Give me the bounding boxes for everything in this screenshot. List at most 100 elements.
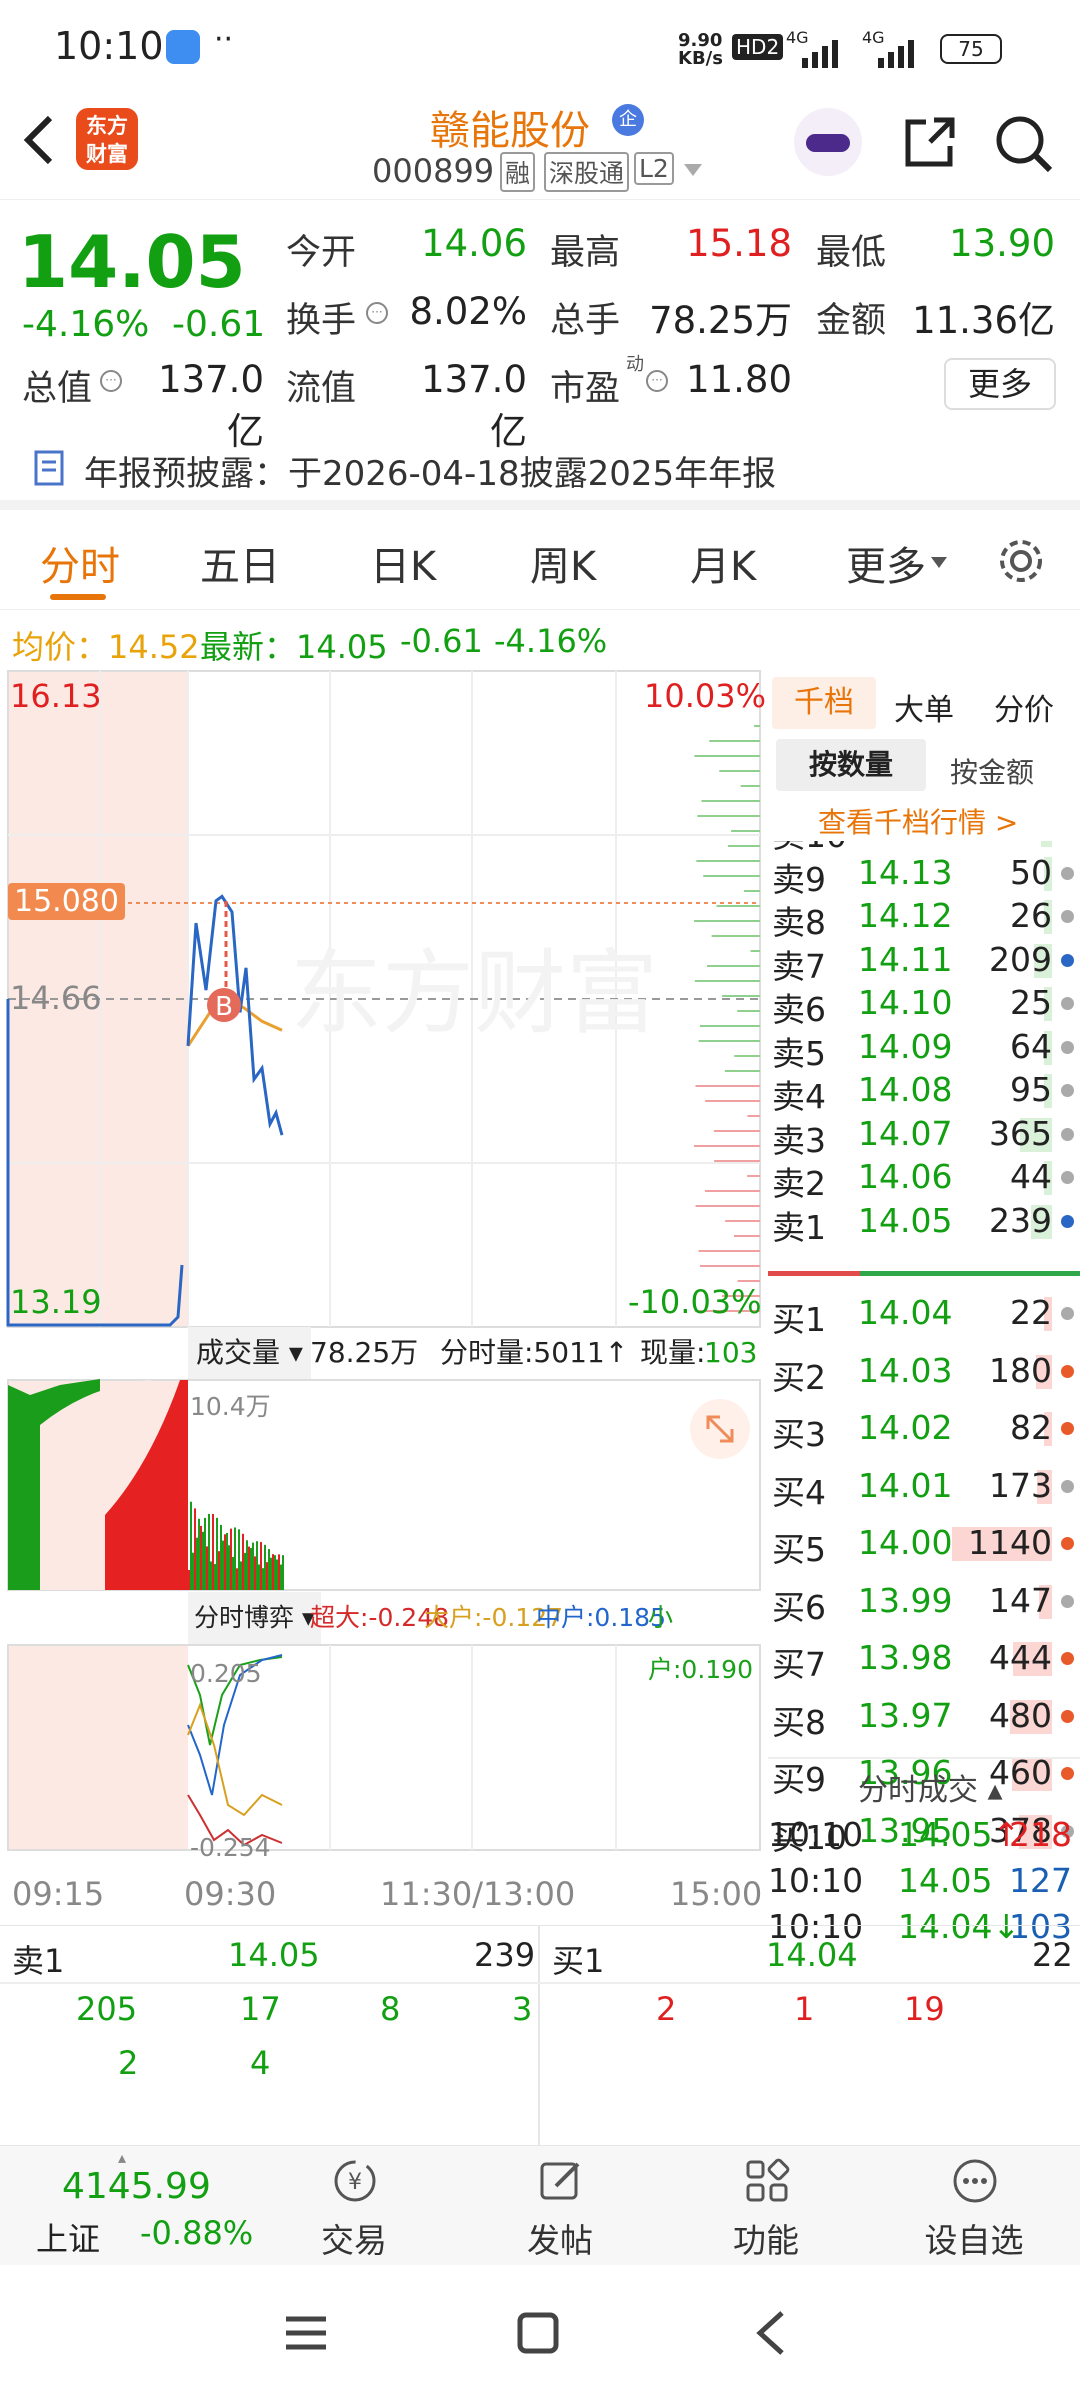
level-qty: 480 [989, 1695, 1052, 1735]
settings-gear-icon[interactable] [994, 534, 1048, 588]
depth-ticks [694, 725, 760, 1312]
level-qty: 120 [989, 841, 1052, 848]
net-speed: 9.90 KB/s [678, 30, 723, 69]
depth-tick [698, 1250, 760, 1252]
status-dot [1061, 1422, 1074, 1435]
post-button[interactable]: 发帖 [460, 2146, 660, 2266]
bid-row[interactable]: 买5 14.00 1140 [768, 1523, 1080, 1569]
level-price: 14.04 [858, 1293, 953, 1332]
status-dot [1061, 953, 1074, 967]
volume-bar [220, 1524, 222, 1590]
status-dot [1061, 910, 1074, 923]
level-label: 买6 [772, 1587, 826, 1627]
bid-row[interactable]: 买3 14.02 82 [768, 1408, 1080, 1454]
view-depth-link[interactable]: 查看千档行情 > [818, 801, 1018, 841]
chevron-down-icon[interactable] [682, 162, 704, 178]
ask-row[interactable]: 卖2 14.06 44 [768, 1157, 1080, 1203]
by-quantity-button[interactable]: 按数量 [776, 739, 926, 791]
robot-assistant-icon[interactable] [794, 108, 862, 176]
flow-info-row: 分时博弈 ▾ 超大:-0.248 大户:-0.127 中户:0.185 小户:0… [186, 1592, 766, 1684]
level-price: 14.13 [858, 852, 953, 892]
expand-icon[interactable] [690, 1399, 750, 1459]
depth-tick [734, 1055, 760, 1057]
volume-bar [260, 1542, 262, 1590]
info-icon[interactable]: ··· [366, 302, 388, 324]
trade-volume: 127 [1009, 1861, 1072, 1900]
volume-bar [258, 1564, 260, 1590]
high-price-tag: 15.080 [8, 883, 125, 920]
chart-tabs: 分时 五日 日K 周K 月K 更多 [0, 510, 1080, 610]
change-pct: -4.16% [22, 304, 150, 345]
level-price: 14.10 [858, 983, 953, 1022]
info-icon[interactable]: ··· [646, 370, 668, 392]
index-value: 4145.99 [62, 2166, 211, 2207]
trade-price: 14.05 [898, 1861, 993, 1900]
active-tab-indicator [50, 594, 106, 600]
ask-row[interactable]: 卖4 14.08 95 [768, 1070, 1080, 1116]
tab-big-orders[interactable]: 大单 [894, 685, 954, 729]
tab-weekly-k[interactable]: 周K [530, 534, 596, 592]
ask-row[interactable]: 卖8 14.12 26 [768, 896, 1080, 942]
add-watchlist-button[interactable]: 设自选 [874, 2146, 1074, 2266]
share-icon[interactable] [900, 112, 960, 172]
stock-name: 赣能股份 [430, 108, 590, 154]
prev-close-label: 14.66 [10, 979, 102, 1017]
level-label: 卖7 [772, 946, 826, 986]
tab-more[interactable]: 更多 [846, 534, 926, 592]
back-nav-icon[interactable] [752, 2309, 788, 2357]
float-label: 流值 [286, 369, 357, 409]
volume-bar [248, 1546, 250, 1590]
depth-tick [696, 860, 760, 862]
volume-bar [238, 1529, 240, 1590]
change-amount: -0.61 [172, 304, 266, 345]
back-icon[interactable] [20, 110, 60, 170]
tab-five-day[interactable]: 五日 [200, 534, 280, 592]
ask-queue-item: 3 [512, 1990, 533, 2028]
home-icon[interactable] [516, 2311, 560, 2355]
status-dot [1061, 1171, 1074, 1184]
flow-selector[interactable]: 分时博弈 ▾ [188, 1592, 321, 1644]
ask-row[interactable]: 卖1 14.05 239 [768, 1201, 1080, 1247]
trade-button[interactable]: ¥ 交易 [254, 2146, 454, 2266]
volume-bar [266, 1562, 268, 1590]
tab-depth-1000[interactable]: 千档 [772, 677, 876, 729]
volume-total: 78.25万 [310, 1336, 419, 1369]
bid-row[interactable]: 买8 13.97 480 [768, 1695, 1080, 1742]
ask-row[interactable]: 卖1014.15120 [768, 841, 1080, 855]
ask-row[interactable]: 卖5 14.09 64 [768, 1027, 1080, 1073]
search-icon[interactable] [992, 112, 1056, 176]
tab-daily-k[interactable]: 日K [370, 534, 436, 592]
intraday-chart[interactable]: B 东方财富 16.13 10.03% 15.080 14.66 13.19 -… [0, 665, 770, 1925]
bid-row[interactable]: 买2 14.03 180 [768, 1351, 1080, 1397]
depth-tick [694, 755, 760, 757]
level-price: 14.00 [858, 1523, 953, 1562]
depth-tick [701, 800, 760, 802]
level-qty: 365 [989, 1113, 1052, 1153]
announcement-bar[interactable]: 年报预披露：于2026-04-18披露2025年年报 [0, 430, 1080, 510]
tab-price-split[interactable]: 分价 [994, 685, 1054, 729]
volume-selector[interactable]: 成交量 ▾ [188, 1327, 311, 1379]
low-label: 最低 [816, 233, 887, 273]
volume-bar [216, 1517, 218, 1590]
tab-intraday[interactable]: 分时 [40, 534, 120, 592]
info-icon[interactable]: ··· [100, 370, 122, 392]
level-qty: 147 [989, 1580, 1052, 1620]
connect-tag: 深股通 [544, 152, 630, 192]
more-button[interactable]: 更多 [944, 358, 1056, 410]
tab-monthly-k[interactable]: 月K [690, 534, 756, 592]
functions-button[interactable]: 功能 [666, 2146, 866, 2266]
ask-row[interactable]: 卖6 14.10 25 [768, 983, 1080, 1029]
bid-row[interactable]: 买1 14.04 22 [768, 1293, 1080, 1339]
bid-row[interactable]: 买4 14.01 173 [768, 1466, 1080, 1512]
ask-row[interactable]: 卖7 14.11 209 [768, 940, 1080, 986]
bid-row[interactable]: 买6 13.99 147 [768, 1580, 1080, 1627]
clock: 10:10 [54, 24, 164, 68]
by-amount-button[interactable]: 按金额 [950, 751, 1034, 791]
bid-row[interactable]: 买7 13.98 444 [768, 1638, 1080, 1684]
ask-row[interactable]: 卖9 14.13 50 [768, 852, 1080, 899]
ask-row[interactable]: 卖3 14.07 365 [768, 1113, 1080, 1160]
trades-title[interactable]: 分时成交 ▴ [858, 1765, 1003, 1809]
depth-tick [731, 830, 760, 832]
menu-icon[interactable] [284, 2313, 328, 2353]
watchlist-label: 设自选 [924, 2221, 1024, 2260]
